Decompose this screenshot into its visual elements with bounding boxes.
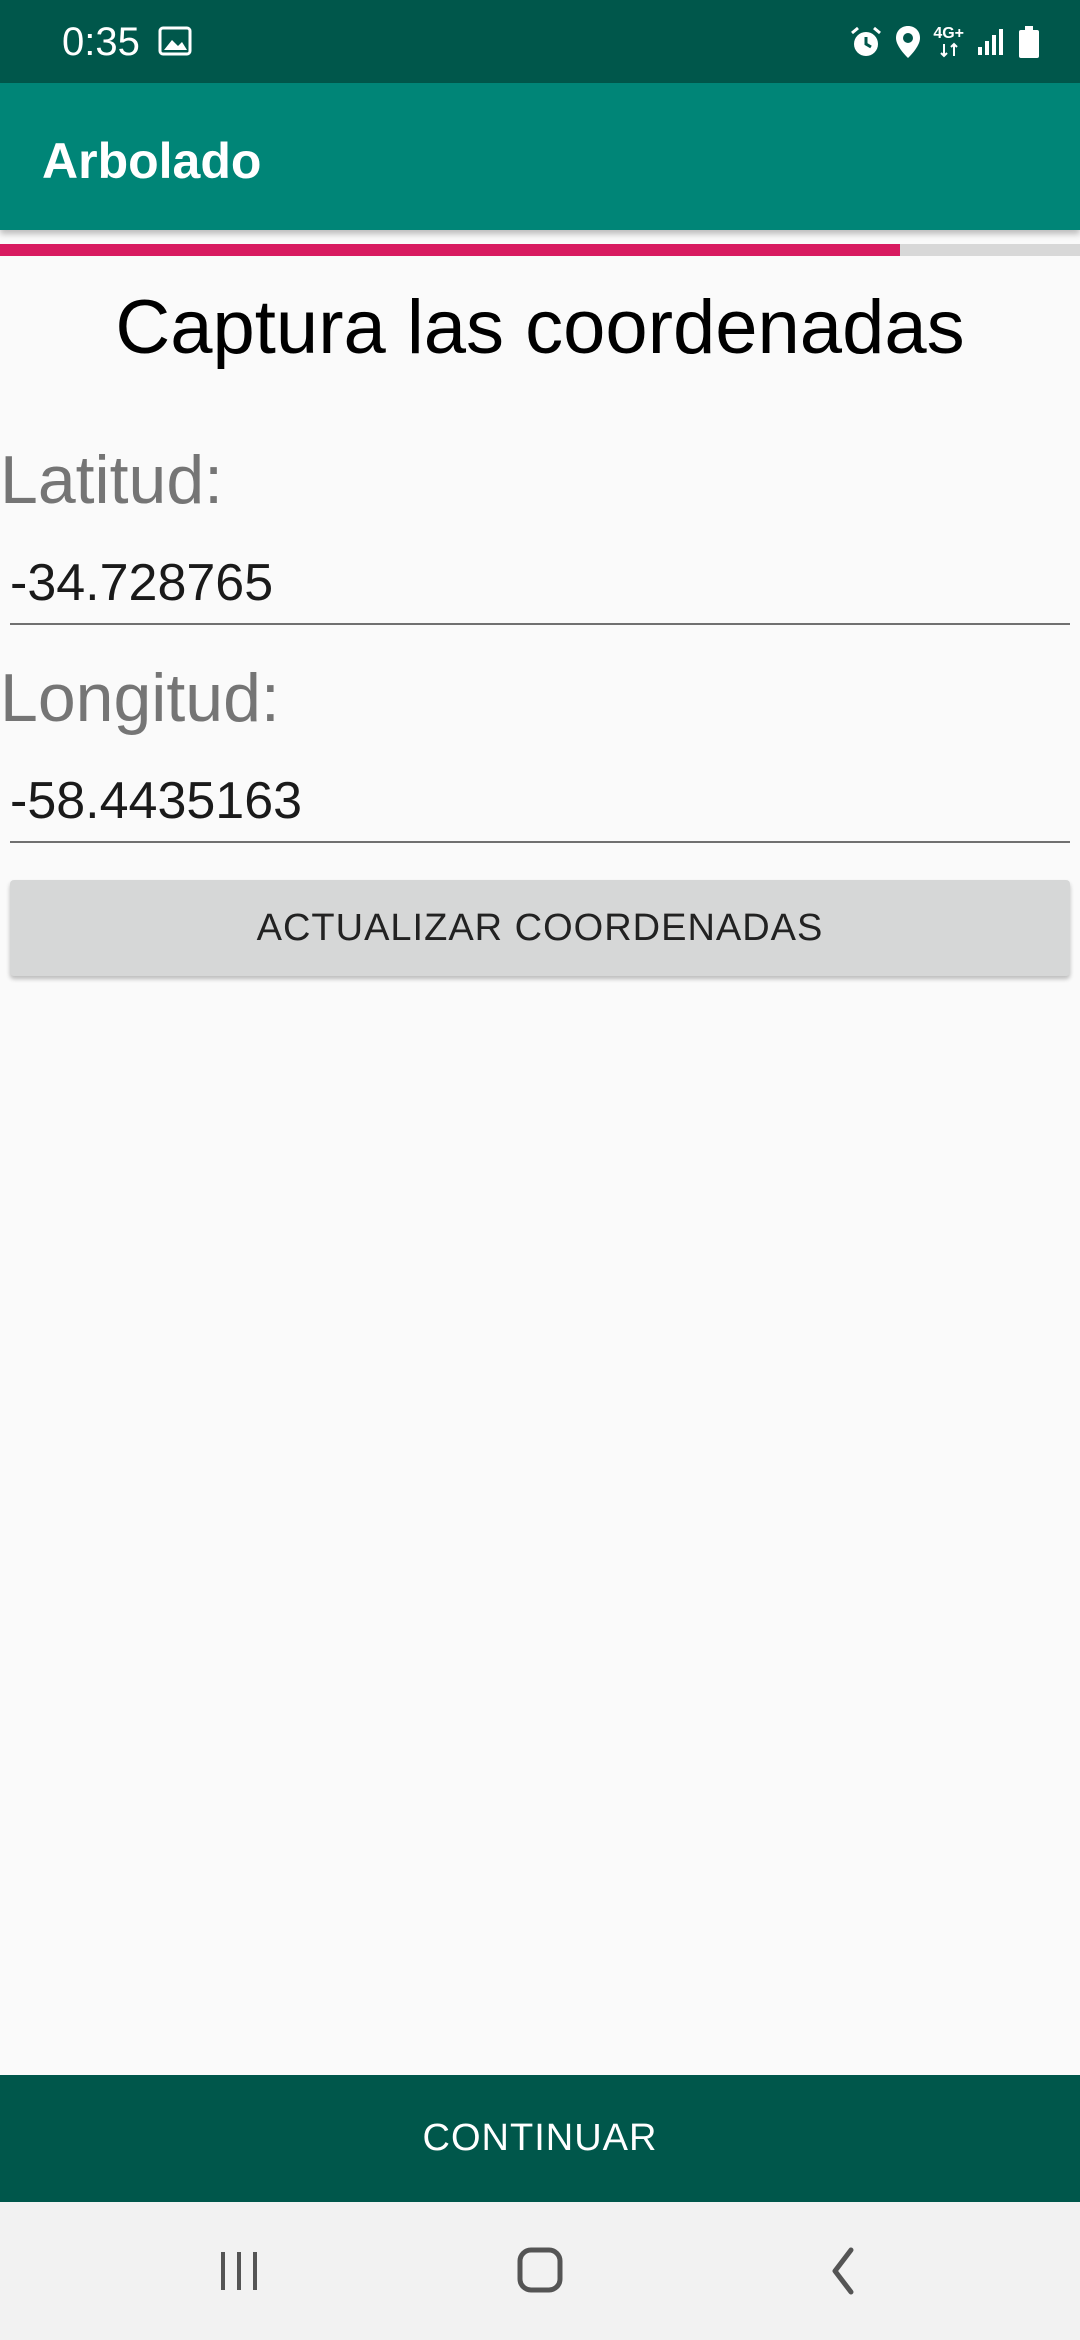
- status-bar: 0:35 4G+: [0, 0, 1080, 83]
- home-icon[interactable]: [500, 2236, 580, 2306]
- status-time: 0:35: [62, 20, 140, 64]
- progress-fill: [0, 244, 900, 256]
- app-title: Arbolado: [42, 133, 262, 189]
- latitude-label: Latitud:: [0, 442, 224, 518]
- app-bar: Arbolado: [0, 83, 1080, 230]
- update-coordinates-button[interactable]: ACTUALIZAR COORDENADAS: [10, 880, 1070, 976]
- progress-bar: [0, 244, 1080, 256]
- back-icon[interactable]: [803, 2236, 883, 2306]
- signal-icon: [976, 27, 1006, 57]
- continue-button[interactable]: CONTINUAR: [0, 2075, 1080, 2202]
- battery-icon: [1018, 25, 1040, 59]
- page-title: Captura las coordenadas: [115, 285, 965, 370]
- alarm-icon: [849, 25, 883, 59]
- location-icon: [895, 25, 921, 59]
- navigation-bar: [0, 2202, 1080, 2340]
- latitude-input[interactable]: -34.728765: [10, 545, 1070, 625]
- longitude-label: Longitud:: [0, 660, 280, 736]
- network-4g-icon: 4G+: [933, 26, 964, 58]
- status-icons: 4G+: [849, 22, 1040, 62]
- network-label: 4G+: [933, 25, 964, 42]
- image-icon: [158, 26, 192, 56]
- longitude-input[interactable]: -58.4435163: [10, 763, 1070, 843]
- recent-apps-icon[interactable]: [199, 2236, 279, 2306]
